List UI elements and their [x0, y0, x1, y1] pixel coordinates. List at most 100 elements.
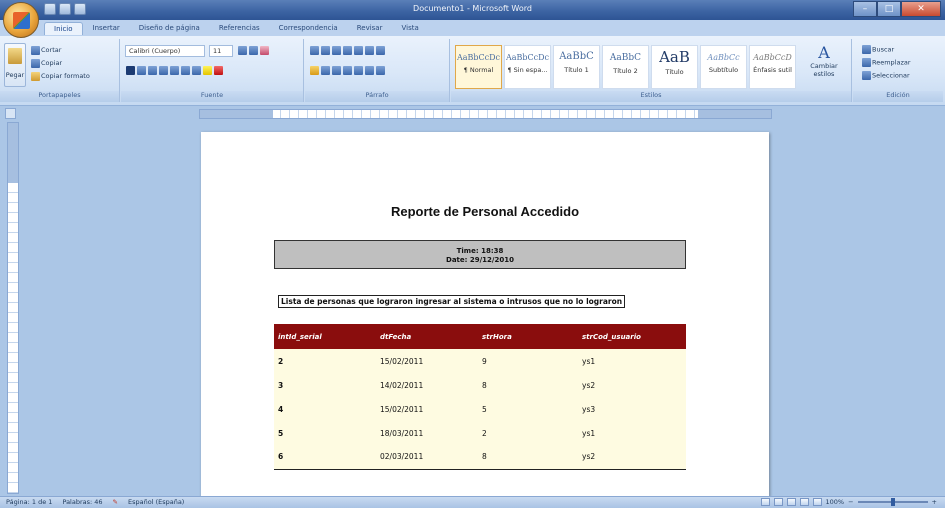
sort-icon[interactable] [365, 46, 374, 55]
multilevel-list-icon[interactable] [332, 46, 341, 55]
bullets-icon[interactable] [310, 46, 319, 55]
style-sample: AaBbCcD [753, 53, 792, 62]
spelling-check-icon[interactable]: ✎ [113, 498, 118, 506]
zoom-slider-thumb[interactable] [890, 498, 895, 506]
table-cell: 15/02/2011 [376, 397, 478, 421]
document-page[interactable]: Reporte de Personal Accedido Time: 18:38… [201, 132, 769, 497]
zoom-in-icon[interactable]: + [932, 498, 937, 506]
table-cell: 8 [478, 445, 578, 470]
title-bar: Documento1 - Microsoft Word – □ ✕ [0, 0, 945, 20]
window-title: Documento1 - Microsoft Word [413, 4, 532, 13]
zoom-level[interactable]: 100% [826, 498, 845, 506]
align-center-icon[interactable] [321, 66, 330, 75]
style-sample: AaB [659, 48, 690, 66]
ruler-row [0, 107, 945, 121]
replace-icon [862, 58, 871, 67]
clipboard-icon [8, 48, 22, 64]
align-left-icon[interactable] [310, 66, 319, 75]
clear-format-icon[interactable] [260, 46, 269, 55]
brush-icon [31, 71, 40, 81]
status-bar: Página: 1 de 1 Palabras: 46 ✎ Español (E… [0, 496, 945, 508]
style-titulo[interactable]: AaB Título [651, 45, 698, 89]
close-button[interactable]: ✕ [901, 1, 941, 17]
paste-button[interactable]: Pegar [4, 43, 26, 87]
table-row: 6 02/03/2011 8 ys2 [274, 445, 686, 470]
cut-label: Cortar [41, 46, 62, 54]
font-color-icon[interactable] [214, 66, 223, 75]
column-header: strHora [478, 324, 578, 349]
print-layout-view-icon[interactable] [760, 498, 770, 506]
style-sample: AaBbC [559, 51, 594, 62]
office-button[interactable] [3, 2, 39, 38]
style-enfasis-sutil[interactable]: AaBbCcD Énfasis sutil [749, 45, 796, 89]
paste-label: Pegar [5, 71, 25, 79]
tab-insertar[interactable]: Insertar [84, 22, 129, 35]
tab-correspondencia[interactable]: Correspondencia [270, 22, 347, 35]
style-sin-espaciado[interactable]: AaBbCcDc ¶ Sin espa... [504, 45, 551, 89]
editing-group: Buscar Reemplazar Seleccionar Edición [853, 39, 943, 102]
line-spacing-icon[interactable] [354, 66, 363, 75]
select-button[interactable]: Seleccionar [861, 70, 910, 81]
report-title: Reporte de Personal Accedido [390, 204, 580, 219]
office-logo-icon [13, 12, 30, 29]
outline-view-icon[interactable] [799, 498, 809, 506]
page-count-status[interactable]: Página: 1 de 1 [6, 498, 52, 506]
language-status[interactable]: Español (España) [128, 498, 184, 506]
word-count-status[interactable]: Palabras: 46 [62, 498, 102, 506]
scissors-icon [31, 45, 40, 55]
tab-referencias[interactable]: Referencias [210, 22, 269, 35]
style-titulo-1[interactable]: AaBbC Título 1 [553, 45, 600, 89]
replace-button[interactable]: Reemplazar [861, 57, 911, 68]
zoom-out-icon[interactable]: − [848, 498, 853, 506]
font-name-select[interactable]: Calibri (Cuerpo) [125, 45, 205, 57]
shrink-font-icon[interactable] [249, 46, 258, 55]
copy-button[interactable]: Copiar [30, 57, 90, 70]
tab-diseno-pagina[interactable]: Diseño de página [130, 22, 209, 35]
grow-font-icon[interactable] [238, 46, 247, 55]
highlight-icon[interactable] [203, 66, 212, 75]
binoculars-icon [862, 45, 871, 54]
zoom-slider[interactable] [857, 498, 928, 506]
ribbon-tab-row: Inicio Insertar Diseño de página Referen… [0, 20, 945, 36]
draft-view-icon[interactable] [812, 498, 822, 506]
vertical-ruler[interactable] [7, 122, 19, 494]
maximize-button[interactable]: □ [877, 1, 901, 17]
align-right-icon[interactable] [332, 66, 341, 75]
font-size-select[interactable]: 11 [209, 45, 233, 57]
borders-icon[interactable] [376, 66, 385, 75]
style-normal[interactable]: AaBbCcDc ¶ Normal [455, 45, 502, 89]
table-row: 5 18/03/2011 2 ys1 [274, 421, 686, 445]
table-cell: ys3 [578, 397, 686, 421]
superscript-icon[interactable] [181, 66, 190, 75]
italic-icon[interactable] [137, 66, 146, 75]
style-subtitulo[interactable]: AaBbCc Subtítulo [700, 45, 747, 89]
format-painter-button[interactable]: Copiar formato [30, 70, 90, 83]
find-button[interactable]: Buscar [861, 44, 894, 55]
underline-icon[interactable] [148, 66, 157, 75]
tab-vista[interactable]: Vista [392, 22, 427, 35]
tab-inicio[interactable]: Inicio [44, 22, 83, 35]
shading-icon[interactable] [365, 66, 374, 75]
decrease-indent-icon[interactable] [343, 46, 352, 55]
justify-icon[interactable] [343, 66, 352, 75]
font-group: Calibri (Cuerpo) 11 Fuente [121, 39, 304, 102]
style-titulo-2[interactable]: AaBbC Título 2 [602, 45, 649, 89]
style-sample: AaBbCcDc [456, 53, 501, 62]
tab-selector-button[interactable] [5, 108, 16, 119]
pilcrow-icon[interactable] [376, 46, 385, 55]
web-layout-view-icon[interactable] [786, 498, 796, 506]
horizontal-ruler[interactable] [199, 109, 772, 119]
numbering-icon[interactable] [321, 46, 330, 55]
strikethrough-icon[interactable] [159, 66, 168, 75]
style-name: Título 2 [613, 67, 638, 75]
increase-indent-icon[interactable] [354, 46, 363, 55]
table-cell: 2 [274, 349, 376, 373]
tab-revisar[interactable]: Revisar [348, 22, 392, 35]
change-styles-button[interactable]: A Cambiar estilos [801, 43, 847, 78]
bold-icon[interactable] [126, 66, 135, 75]
cut-button[interactable]: Cortar [30, 44, 90, 57]
subscript-icon[interactable] [170, 66, 179, 75]
minimize-button[interactable]: – [853, 1, 877, 17]
full-screen-view-icon[interactable] [773, 498, 783, 506]
change-case-icon[interactable] [192, 66, 201, 75]
